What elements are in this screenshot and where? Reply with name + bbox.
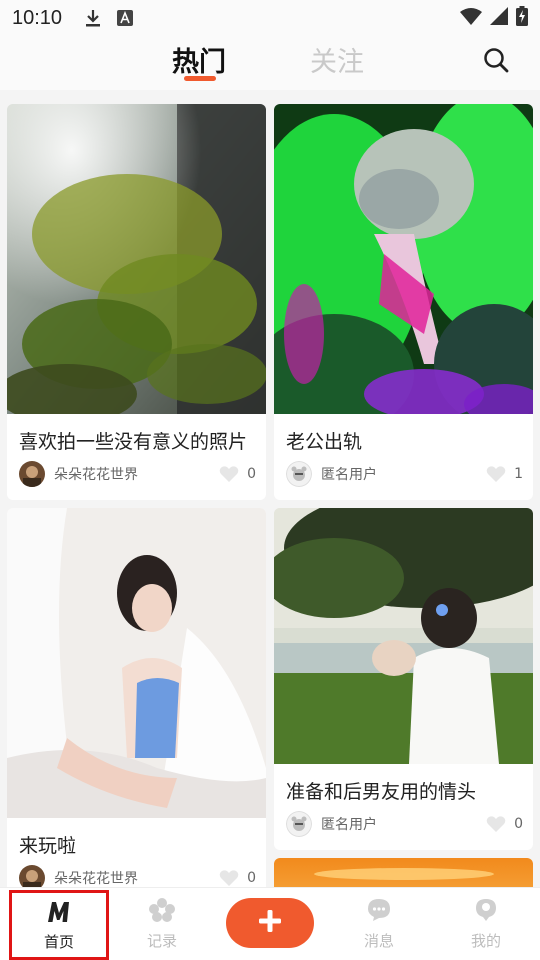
like-count: 0	[247, 466, 256, 482]
like-count: 0	[247, 870, 256, 886]
post-meta: 朵朵花花世界 0	[19, 461, 256, 487]
nav-messages[interactable]: 消息	[329, 888, 429, 958]
post-image[interactable]	[274, 104, 533, 414]
m-logo-icon	[46, 901, 72, 927]
status-bar: 10:10	[0, 0, 540, 36]
anonymous-avatar-icon[interactable]	[286, 461, 312, 487]
battery-charging-icon	[516, 6, 528, 30]
author-name[interactable]: 朵朵花花世界	[54, 464, 138, 484]
heart-icon	[219, 466, 239, 482]
post-card[interactable]	[274, 858, 533, 887]
avatar[interactable]	[19, 865, 45, 887]
chat-bubble-icon	[367, 898, 391, 926]
post-card[interactable]: 喜欢拍一些没有意义的照片 朵朵花花世界 0	[7, 104, 266, 500]
author-name[interactable]: 匿名用户	[321, 814, 377, 834]
status-time: 10:10	[12, 6, 63, 29]
heart-icon	[219, 870, 239, 886]
plus-icon	[258, 909, 282, 937]
like-button[interactable]: 0	[219, 869, 256, 887]
add-post-button[interactable]	[226, 898, 314, 948]
flower-icon	[149, 898, 175, 926]
font-icon	[116, 9, 134, 27]
feed[interactable]: 喜欢拍一些没有意义的照片 朵朵花花世界 0 老公出轨 匿名用户 1 来玩啦 朵朵…	[0, 90, 540, 887]
post-card[interactable]: 准备和后男友用的情头 匿名用户 0	[274, 508, 533, 850]
like-button[interactable]: 1	[486, 465, 523, 483]
author-name[interactable]: 匿名用户	[321, 464, 377, 484]
post-meta: 匿名用户 1	[286, 461, 523, 487]
like-button[interactable]: 0	[486, 815, 523, 833]
download-icon	[84, 9, 102, 27]
post-image[interactable]	[274, 858, 533, 887]
nav-label: 记录	[146, 932, 177, 950]
profile-icon	[475, 898, 497, 926]
heart-icon	[486, 466, 506, 482]
like-button[interactable]: 0	[219, 465, 256, 483]
post-image[interactable]	[7, 104, 266, 414]
post-title: 老公出轨	[286, 431, 363, 453]
post-card[interactable]: 来玩啦 朵朵花花世界 0	[7, 508, 266, 887]
author-name[interactable]: 朵朵花花世界	[54, 868, 138, 887]
nav-profile[interactable]: 我的	[436, 888, 536, 958]
post-title: 来玩啦	[19, 835, 77, 857]
signal-icon	[490, 7, 508, 29]
post-image[interactable]	[7, 508, 266, 818]
nav-home[interactable]: 首页	[9, 890, 109, 960]
post-meta: 朵朵花花世界 0	[19, 865, 256, 887]
heart-icon	[486, 816, 506, 832]
wifi-icon	[460, 7, 482, 29]
active-tab-indicator	[184, 76, 216, 81]
post-meta: 匿名用户 0	[286, 811, 523, 837]
bottom-nav: 首页 记录 消息 我的	[0, 887, 540, 960]
nav-label: 消息	[363, 932, 394, 950]
nav-records[interactable]: 记录	[112, 888, 212, 958]
nav-label: 我的	[470, 932, 501, 950]
post-card[interactable]: 老公出轨 匿名用户 1	[274, 104, 533, 500]
like-count: 0	[514, 816, 523, 832]
avatar[interactable]	[19, 461, 45, 487]
anonymous-avatar-icon[interactable]	[286, 811, 312, 837]
nav-label: 首页	[43, 933, 74, 951]
top-nav: 热门 关注	[0, 36, 540, 90]
tab-follow[interactable]: 关注	[310, 40, 364, 79]
post-title: 准备和后男友用的情头	[286, 781, 477, 803]
tab-hot[interactable]: 热门	[172, 40, 226, 79]
post-image[interactable]	[274, 508, 533, 764]
like-count: 1	[514, 466, 523, 482]
search-icon[interactable]	[482, 46, 510, 74]
post-title: 喜欢拍一些没有意义的照片	[19, 431, 248, 453]
